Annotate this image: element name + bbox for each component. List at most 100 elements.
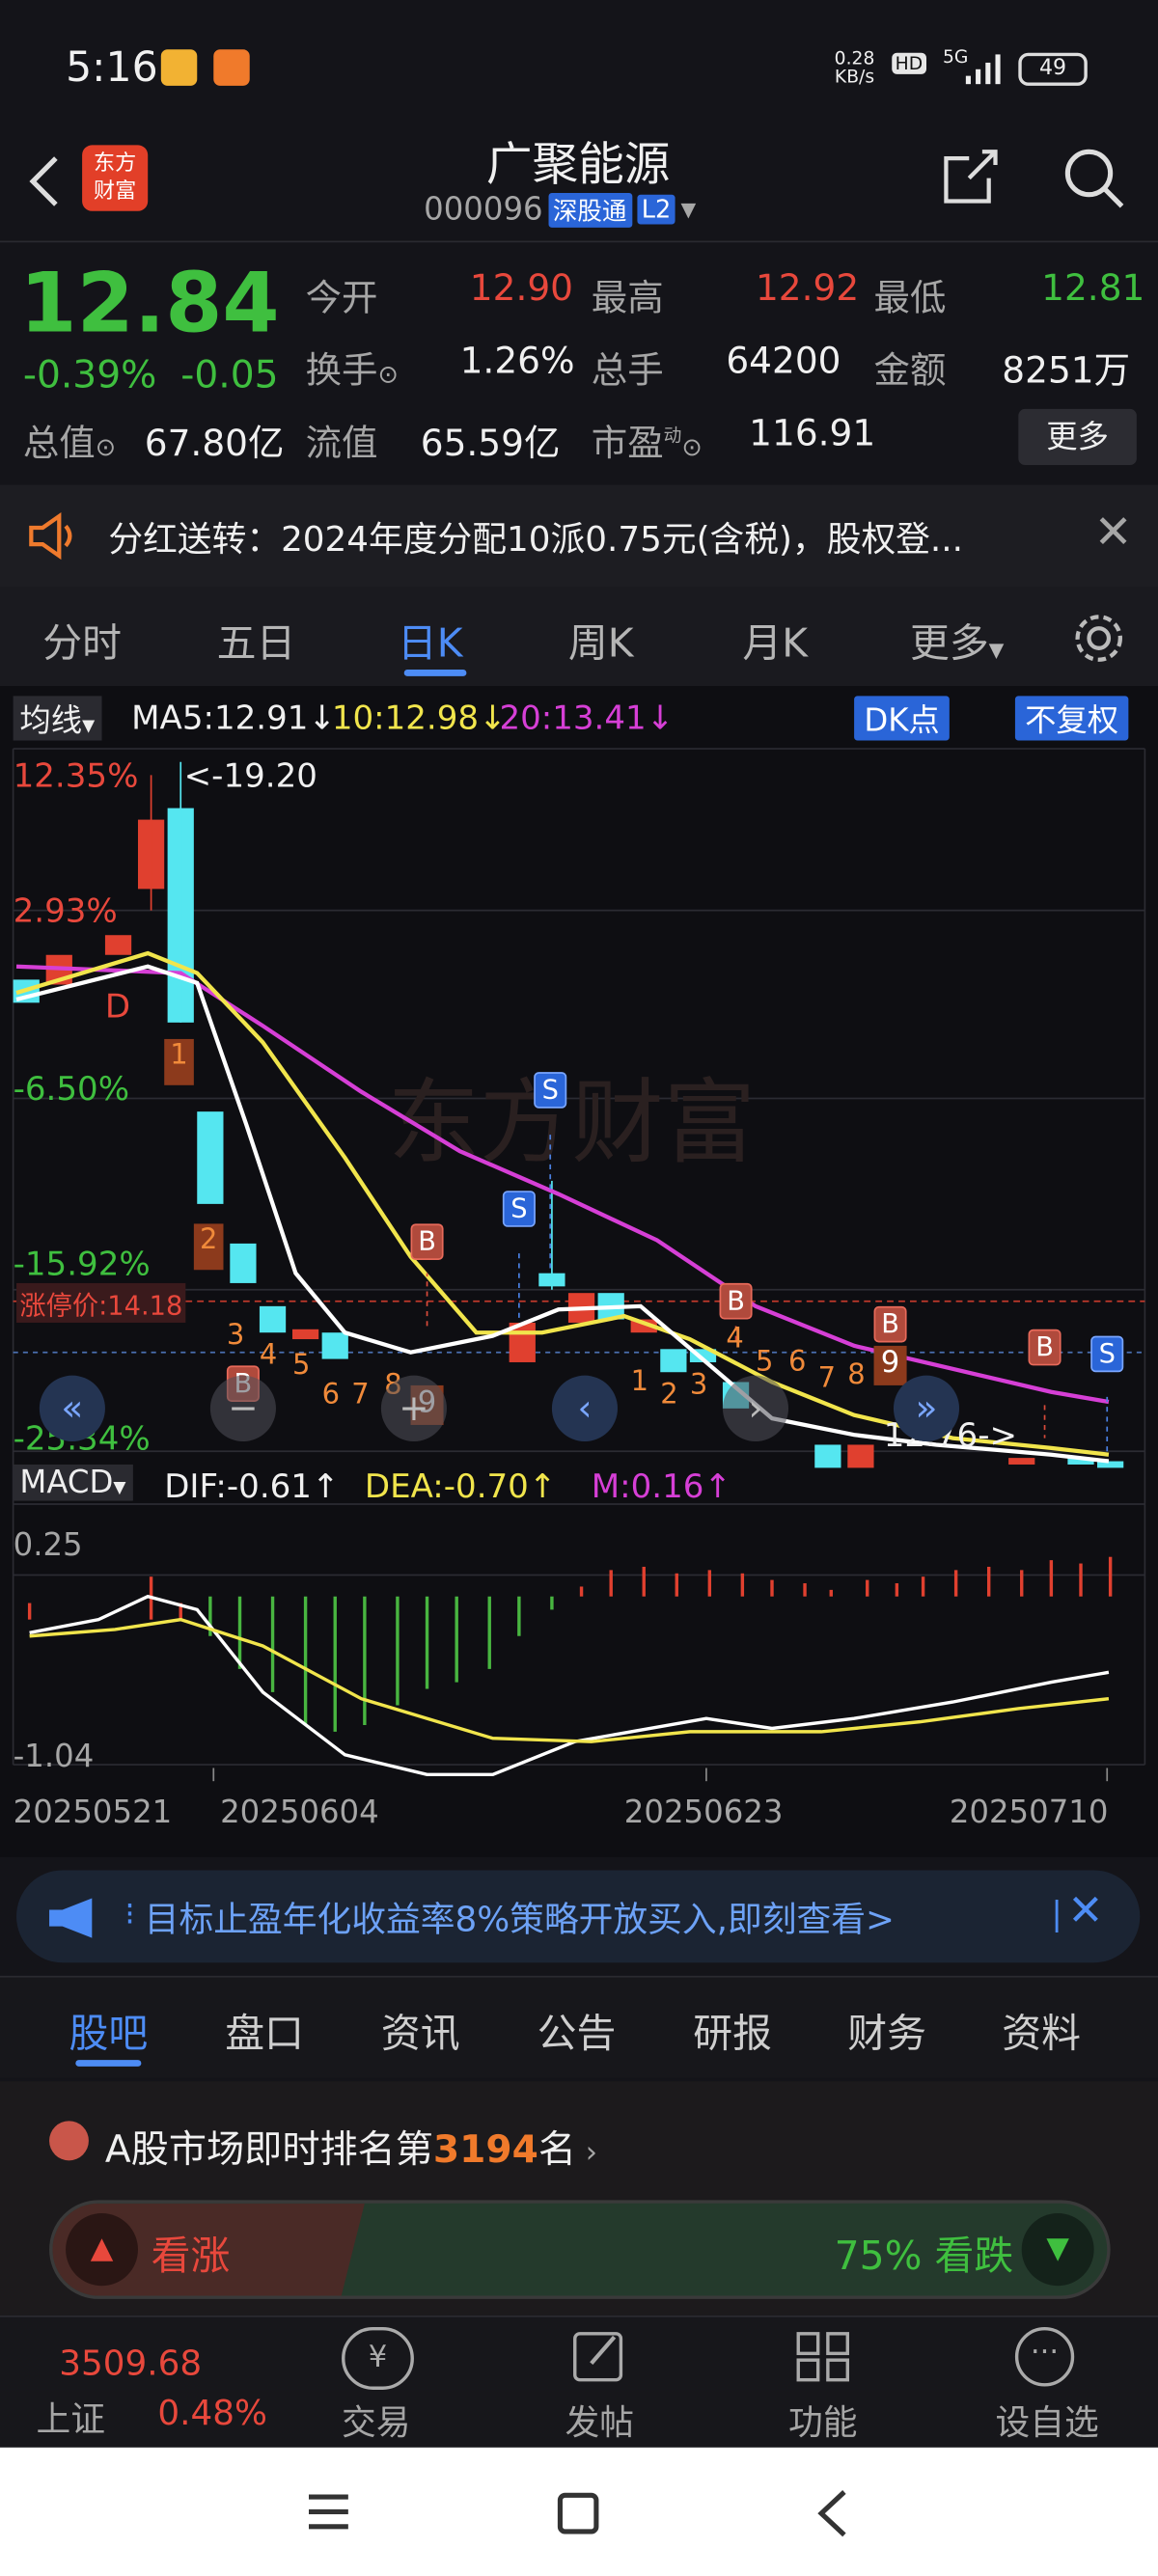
market-rank[interactable]: A股市场即时排名第3194名 › bbox=[105, 2118, 597, 2174]
hd-icon: HD bbox=[892, 52, 926, 74]
current-price: 12.84 bbox=[19, 255, 280, 352]
tab-guba[interactable]: 股吧 bbox=[69, 2001, 148, 2059]
turnover-value: 1.26% bbox=[459, 341, 575, 383]
tab-monthly-k[interactable]: 月K bbox=[742, 610, 808, 668]
menu-icon[interactable] bbox=[306, 2490, 352, 2533]
close-ad-icon[interactable]: ✕ bbox=[1067, 1887, 1103, 1936]
bullish-label[interactable]: 看涨 bbox=[152, 2223, 231, 2281]
mcap-label: 总值⊙ bbox=[22, 424, 117, 466]
change-amount: -0.05 bbox=[180, 354, 279, 397]
tab-finance[interactable]: 财务 bbox=[847, 2001, 926, 2059]
nine-turn-count: 7 bbox=[351, 1379, 370, 1412]
dividend-notice[interactable]: 分红送转：2024年度分配10派0.75元(含税)，股权登... ✕ bbox=[0, 484, 1158, 588]
active-tab-indicator bbox=[403, 670, 467, 676]
tab-announcement[interactable]: 公告 bbox=[538, 2001, 617, 2059]
macd-axis-bottom: -1.04 bbox=[13, 1738, 95, 1775]
index-value[interactable]: 3509.68 bbox=[59, 2343, 202, 2383]
indicator-selector[interactable]: MACD▼ bbox=[13, 1464, 133, 1501]
buy-signal-b: B bbox=[1028, 1329, 1062, 1366]
bearish-down-icon[interactable]: ▼ bbox=[1021, 2213, 1094, 2287]
back-arrow-icon[interactable] bbox=[23, 151, 63, 211]
nine-turn-count: 9 bbox=[873, 1345, 907, 1385]
scroll-to-start-icon[interactable]: « bbox=[39, 1375, 105, 1442]
nine-turn-count: 6 bbox=[788, 1345, 807, 1380]
trade-icon[interactable]: ¥ bbox=[342, 2326, 414, 2390]
amount-value: 8251万 bbox=[1002, 351, 1131, 393]
tab-intraday[interactable]: 分时 bbox=[42, 610, 122, 668]
sgt-badge: 深股通 bbox=[547, 192, 632, 228]
search-icon[interactable] bbox=[1062, 145, 1127, 210]
tab-weekly-k[interactable]: 周K bbox=[568, 610, 634, 668]
active-tab-indicator bbox=[75, 2060, 142, 2067]
pct-label-4: -15.92% bbox=[13, 1243, 151, 1283]
strategy-ad-banner[interactable]: ⁝ 目标止盈年化收益率8%策略开放买入,即刻查看> | ✕ bbox=[16, 1870, 1141, 1963]
close-icon[interactable]: ✕ bbox=[1094, 505, 1133, 559]
share-icon[interactable] bbox=[940, 145, 1003, 207]
index-name[interactable]: 上证 bbox=[36, 2393, 104, 2442]
tab-more[interactable]: 更多▼ bbox=[910, 610, 1004, 668]
grid-function-icon[interactable] bbox=[795, 2327, 851, 2387]
more-button[interactable]: 更多 bbox=[1018, 408, 1137, 466]
stock-code-row[interactable]: 000096 深股通 L2 ▼ bbox=[424, 191, 696, 228]
home-icon[interactable] bbox=[555, 2490, 601, 2536]
chart-tabs: 分时 五日 日K 周K 月K 更多▼ bbox=[0, 587, 1158, 687]
nine-turn-count: 3 bbox=[689, 1368, 708, 1403]
nav-post[interactable]: 发帖 bbox=[565, 2397, 634, 2446]
battery-icon: 49 bbox=[1018, 52, 1088, 86]
nine-turn-count: 1 bbox=[164, 1038, 194, 1085]
zoom-in-icon[interactable]: + bbox=[380, 1375, 447, 1442]
amount-label: 金额 bbox=[873, 351, 947, 393]
ma10-line bbox=[15, 950, 1110, 1457]
content-tabs: 股吧 盘口 资讯 公告 研报 财务 资料 bbox=[0, 1975, 1158, 2078]
bottom-toolbar: 3509.68 上证 0.48% ¥ 交易 发帖 功能 ··· 设自选 bbox=[0, 2316, 1158, 2448]
level2-badge: L2 bbox=[636, 194, 676, 225]
kline-chart[interactable]: 均线▼ MA5:12.91↓ 10:12.98↓ 20:13.41↓ DK点 不… bbox=[0, 686, 1158, 1857]
ma20-line bbox=[15, 964, 1110, 1405]
dk-point-button[interactable]: DK点 bbox=[854, 696, 950, 741]
tab-research[interactable]: 研报 bbox=[693, 2001, 772, 2059]
bearish-label[interactable]: 75% 看跌 bbox=[835, 2223, 1014, 2281]
low-label: 最低 bbox=[873, 278, 947, 320]
sentiment-panel: A股市场即时排名第3194名 › ▲ 看涨 75% 看跌 ▼ bbox=[0, 2081, 1158, 2316]
sell-signal-s: S bbox=[1090, 1335, 1124, 1373]
pct-label-3: -6.50% bbox=[13, 1068, 130, 1109]
nav-add-watchlist[interactable]: 设自选 bbox=[995, 2397, 1098, 2446]
nine-turn-count: 7 bbox=[817, 1361, 837, 1396]
turnover-label: 换手⊙ bbox=[305, 351, 399, 393]
date-label: 20250623 bbox=[623, 1794, 784, 1831]
app-logo: 东方 财富 bbox=[82, 145, 149, 211]
date-label: 20250604 bbox=[220, 1794, 379, 1831]
scroll-left-icon[interactable]: ‹ bbox=[551, 1375, 619, 1442]
tab-profile[interactable]: 资料 bbox=[1002, 2001, 1081, 2059]
scroll-to-end-icon[interactable]: » bbox=[893, 1375, 960, 1442]
nine-turn-count: 4 bbox=[259, 1339, 278, 1373]
tab-pankou[interactable]: 盘口 bbox=[225, 2001, 304, 2059]
marker-d: D bbox=[104, 986, 131, 1027]
ad-text: 目标止盈年化收益率8%策略开放买入,即刻查看> bbox=[144, 1900, 895, 1940]
pct-label-2: 2.93% bbox=[13, 891, 118, 931]
ma-selector[interactable]: 均线▼ bbox=[13, 696, 102, 741]
mcap-value: 67.80亿 bbox=[144, 424, 285, 466]
no-adjust-button[interactable]: 不复权 bbox=[1014, 696, 1129, 741]
more-dots-icon[interactable]: ··· bbox=[1014, 2326, 1075, 2387]
buy-signal-b: B bbox=[410, 1223, 444, 1260]
scroll-right-icon[interactable]: › bbox=[722, 1375, 789, 1442]
nine-turn-count: 2 bbox=[660, 1379, 678, 1412]
ma5-value: MA5:12.91↓ bbox=[131, 698, 336, 738]
settings-gear-icon[interactable] bbox=[1071, 610, 1127, 666]
buy-signal-b: B bbox=[719, 1282, 753, 1320]
clock: 5:16 bbox=[66, 42, 158, 92]
tab-five-day[interactable]: 五日 bbox=[217, 610, 296, 668]
zoom-out-icon[interactable]: − bbox=[209, 1375, 276, 1442]
ma10-value: 10:12.98↓ bbox=[331, 698, 507, 738]
nine-turn-count: 2 bbox=[193, 1223, 224, 1271]
tab-daily-k[interactable]: 日K bbox=[398, 610, 463, 668]
nav-trade[interactable]: 交易 bbox=[342, 2397, 410, 2446]
nine-turn-count: 6 bbox=[321, 1379, 341, 1412]
tab-news[interactable]: 资讯 bbox=[381, 2001, 460, 2059]
index-change[interactable]: 0.48% bbox=[157, 2393, 267, 2432]
nav-function[interactable]: 功能 bbox=[788, 2397, 857, 2446]
edit-post-icon[interactable] bbox=[571, 2327, 627, 2387]
back-icon[interactable] bbox=[812, 2487, 851, 2540]
bullish-up-icon[interactable]: ▲ bbox=[66, 2213, 138, 2287]
